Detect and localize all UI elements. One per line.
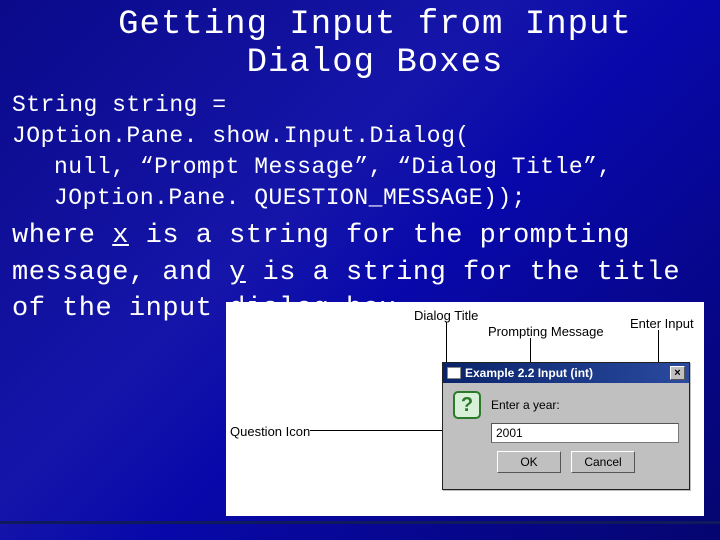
question-icon: ? — [453, 391, 481, 419]
code-line-4: JOption.Pane. QUESTION_MESSAGE)); — [12, 183, 708, 214]
code-block: String string = JOption.Pane. show.Input… — [0, 90, 720, 214]
label-dialog-title: Dialog Title — [414, 308, 478, 323]
dialog-titlebar: Example 2.2 Input (int) × — [443, 363, 689, 383]
desc-var-x: x — [112, 221, 129, 251]
dialog-body: ? Enter a year: OK Cancel — [443, 383, 689, 489]
cancel-button[interactable]: Cancel — [571, 451, 635, 473]
label-question-icon: Question Icon — [230, 424, 310, 439]
code-line-2: JOption.Pane. show.Input.Dialog( — [12, 123, 470, 149]
slide-title: Getting Input from Input Dialog Boxes — [0, 0, 720, 90]
pointer-line — [310, 430, 460, 431]
desc-p1: where — [12, 221, 112, 251]
divider — [0, 521, 720, 524]
close-icon[interactable]: × — [670, 366, 685, 380]
dialog-title-text: Example 2.2 Input (int) — [465, 366, 593, 380]
code-line-1: String string = — [12, 92, 227, 118]
code-line-3: null, “Prompt Message”, “Dialog Title”, — [12, 152, 708, 183]
dialog-input[interactable] — [491, 423, 679, 443]
label-enter-input: Enter Input — [630, 316, 694, 331]
pointer-line — [446, 322, 447, 366]
input-dialog: Example 2.2 Input (int) × ? Enter a year… — [442, 362, 690, 490]
java-icon — [447, 367, 461, 379]
desc-var-y: y — [229, 258, 246, 288]
ok-button[interactable]: OK — [497, 451, 561, 473]
label-prompting-message: Prompting Message — [488, 324, 604, 339]
dialog-figure: Dialog Title Prompting Message Enter Inp… — [226, 302, 704, 516]
dialog-prompt: Enter a year: — [491, 398, 560, 412]
